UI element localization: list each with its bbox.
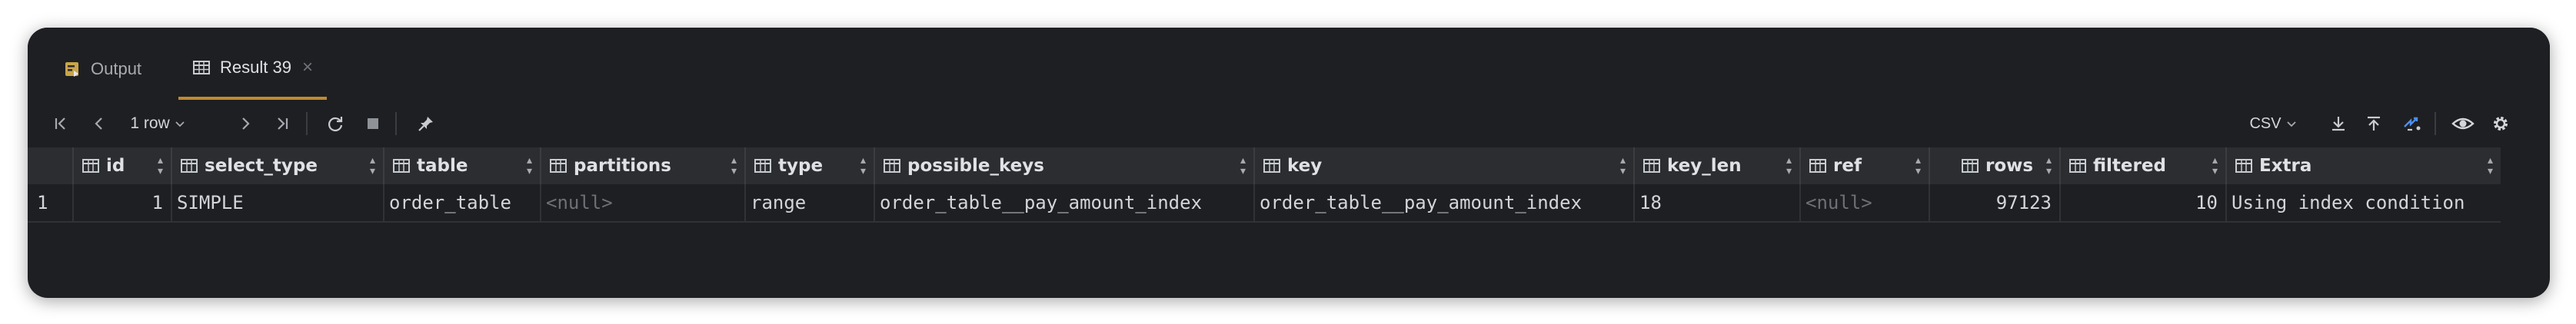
column-icon (1263, 157, 1281, 175)
close-icon[interactable]: × (302, 57, 313, 78)
column-label: Extra (2259, 156, 2312, 176)
column-header-ref[interactable]: ref ▴ ▾ (1801, 147, 1930, 184)
column-header-extra[interactable]: Extra ▴ ▾ (2227, 147, 2501, 184)
results-window: Output Result 39 × 1 row CSV id ▴ ▾ sele… (28, 28, 2550, 298)
table-cell-type[interactable]: range (746, 184, 875, 223)
tab-output-label: Output (91, 59, 142, 78)
column-icon (1642, 157, 1661, 175)
row-number[interactable]: 1 (28, 184, 74, 223)
column-icon (2068, 157, 2087, 175)
column-header-possible-keys[interactable]: possible_keys ▴ ▾ (875, 147, 1255, 184)
column-header-type[interactable]: type ▴ ▾ (746, 147, 875, 184)
sort-icon[interactable]: ▴ ▾ (370, 155, 375, 177)
previous-page-icon[interactable] (88, 111, 111, 137)
table-cell-key-len[interactable]: 18 (1635, 184, 1801, 223)
column-header-filtered[interactable]: filtered ▴ ▾ (2061, 147, 2227, 184)
chevron-down-icon (2286, 121, 2296, 127)
format-dropdown[interactable]: CSV (2242, 111, 2304, 137)
table-cell-id[interactable]: 1 (74, 184, 172, 223)
column-icon (82, 157, 100, 175)
column-header-key[interactable]: key ▴ ▾ (1255, 147, 1635, 184)
column-label: ref (1833, 156, 1862, 176)
column-label: key (1287, 156, 1323, 176)
column-label: rows (1985, 156, 2034, 176)
sort-icon[interactable]: ▴ ▾ (2488, 155, 2493, 177)
column-icon (392, 157, 411, 175)
table-cell-filtered[interactable]: 10 (2061, 184, 2227, 223)
toolbar-divider (395, 112, 397, 135)
last-page-icon[interactable] (271, 111, 294, 137)
stop-icon[interactable] (361, 111, 384, 137)
row-count-dropdown[interactable]: 1 row (123, 111, 192, 137)
sort-icon[interactable]: ▴ ▾ (1240, 155, 1246, 177)
table-cell-ref[interactable]: <null> (1801, 184, 1930, 223)
gear-icon[interactable] (2488, 111, 2513, 137)
tab-result-39[interactable]: Result 39 × (178, 38, 327, 100)
column-label: id (106, 156, 125, 176)
column-icon (1809, 157, 1827, 175)
toolbar: 1 row CSV (28, 100, 2550, 147)
column-icon (1961, 157, 1979, 175)
sort-icon[interactable]: ▴ ▾ (527, 155, 532, 177)
tab-output[interactable]: Output (49, 38, 155, 100)
refresh-icon[interactable] (323, 111, 348, 137)
table-cell-possible-keys[interactable]: order_table__pay_amount_index (875, 184, 1255, 223)
table-grid-icon (192, 58, 211, 77)
next-page-icon[interactable] (234, 111, 257, 137)
column-icon (754, 157, 772, 175)
table-cell-rows[interactable]: 97123 (1930, 184, 2061, 223)
format-label: CSV (2249, 114, 2281, 132)
compare-icon[interactable] (2399, 111, 2425, 137)
sort-icon[interactable]: ▴ ▾ (2212, 155, 2218, 177)
column-header-partitions[interactable]: partitions ▴ ▾ (541, 147, 746, 184)
output-log-icon (63, 60, 82, 78)
toolbar-divider (2435, 112, 2436, 135)
column-header-table[interactable]: table ▴ ▾ (384, 147, 541, 184)
sort-icon[interactable]: ▴ ▾ (158, 155, 163, 177)
sort-icon[interactable]: ▴ ▾ (1620, 155, 1626, 177)
sort-icon[interactable]: ▴ ▾ (2046, 155, 2052, 177)
table-cell-select-type[interactable]: SIMPLE (172, 184, 384, 223)
column-label: key_len (1667, 156, 1742, 176)
column-header-key-len[interactable]: key_len ▴ ▾ (1635, 147, 1801, 184)
column-header-rows[interactable]: rows ▴ ▾ (1930, 147, 2061, 184)
table-cell-key[interactable]: order_table__pay_amount_index (1255, 184, 1635, 223)
column-header-select-type[interactable]: select_type ▴ ▾ (172, 147, 384, 184)
column-header-id[interactable]: id ▴ ▾ (74, 147, 172, 184)
column-label: partitions (574, 156, 671, 176)
column-label: table (417, 156, 468, 176)
first-page-icon[interactable] (49, 111, 72, 137)
column-label: select_type (205, 156, 318, 176)
column-icon (180, 157, 198, 175)
row-number-header (28, 147, 74, 184)
sort-icon[interactable]: ▴ ▾ (1915, 155, 1921, 177)
column-label: type (778, 156, 824, 176)
tab-strip: Output Result 39 × (28, 28, 2550, 100)
sort-icon[interactable]: ▴ ▾ (1786, 155, 1792, 177)
view-eye-icon[interactable] (2450, 111, 2476, 137)
chevron-down-icon (175, 121, 185, 127)
tab-result-label: Result 39 (220, 58, 291, 77)
table-cell-extra[interactable]: Using index condition (2227, 184, 2501, 223)
column-label: possible_keys (907, 156, 1044, 176)
column-icon (549, 157, 567, 175)
table-cell-table[interactable]: order_table (384, 184, 541, 223)
upload-icon[interactable] (2362, 111, 2385, 137)
column-icon (883, 157, 901, 175)
column-icon (2235, 157, 2253, 175)
download-icon[interactable] (2327, 111, 2350, 137)
row-count-label: 1 row (130, 114, 170, 132)
pin-icon[interactable] (414, 111, 438, 137)
table-cell-partitions[interactable]: <null> (541, 184, 746, 223)
toolbar-divider (306, 112, 308, 135)
sort-icon[interactable]: ▴ ▾ (860, 155, 866, 177)
sort-icon[interactable]: ▴ ▾ (731, 155, 737, 177)
column-label: filtered (2093, 156, 2166, 176)
